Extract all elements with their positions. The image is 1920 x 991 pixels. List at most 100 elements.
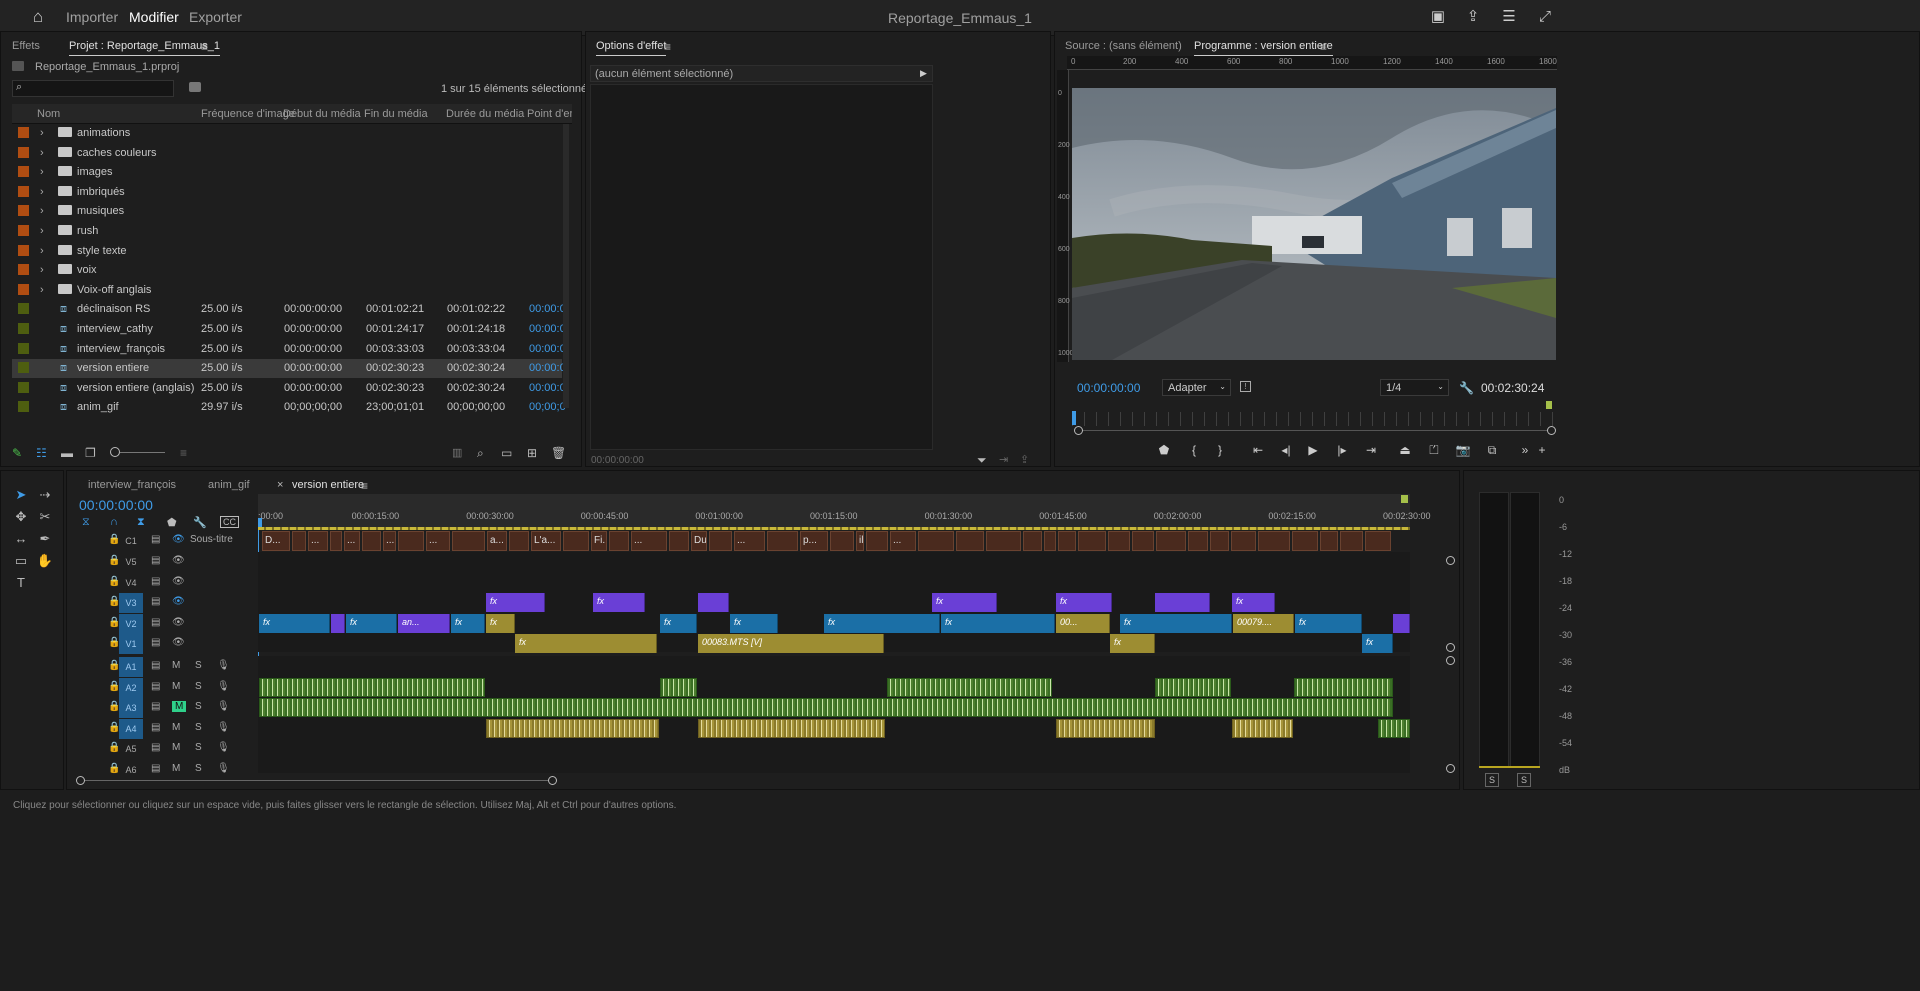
chevron-right-icon[interactable]: ›: [40, 225, 44, 237]
track-label-a3[interactable]: A3: [119, 698, 143, 718]
caption-clip[interactable]: [918, 531, 954, 551]
caption-clip[interactable]: [709, 531, 732, 551]
sync-lock-icon[interactable]: ▤: [151, 660, 160, 671]
freeform-view-icon[interactable]: ❐: [85, 446, 96, 460]
h-scroll-right[interactable]: [548, 776, 557, 785]
video-clip[interactable]: 00...: [1056, 613, 1110, 633]
project-row[interactable]: › rush: [12, 222, 562, 241]
caption-clip[interactable]: [330, 531, 342, 551]
video-clip[interactable]: [1155, 593, 1210, 612]
camera-icon[interactable]: 📷: [1454, 441, 1472, 459]
chevron-right-icon[interactable]: ›: [40, 205, 44, 217]
project-row[interactable]: ⧈ déclinaison RS 25.00 i/s 00:00:00:00 00:01…: [12, 300, 566, 319]
play-arrow-icon[interactable]: ▶: [920, 68, 927, 79]
icon-view-icon[interactable]: ▬: [61, 446, 73, 460]
chevron-right-icon[interactable]: ›: [40, 127, 44, 139]
program-playhead[interactable]: [1072, 411, 1076, 425]
video-clip[interactable]: fx: [593, 593, 645, 612]
label-color-swatch[interactable]: [18, 342, 29, 354]
resolution-dropdown[interactable]: 1/4 ⌄: [1380, 379, 1449, 396]
zoom-left-handle[interactable]: [1074, 426, 1083, 435]
out-point-marker[interactable]: [1546, 401, 1552, 409]
chevron-right-icon[interactable]: ›: [40, 186, 44, 198]
audio-clip[interactable]: [1056, 718, 1155, 738]
label-color-swatch[interactable]: [18, 185, 29, 197]
project-row[interactable]: › Voix-off anglais: [12, 281, 562, 300]
label-color-swatch[interactable]: [18, 244, 29, 256]
step-forward-icon[interactable]: |▸: [1333, 441, 1351, 459]
eye-icon[interactable]: 👁: [172, 534, 185, 545]
col-fin[interactable]: Fin du média: [364, 108, 428, 120]
automate-icon[interactable]: ▥: [452, 446, 462, 459]
mute-button[interactable]: M: [172, 742, 180, 753]
compare-icon[interactable]: ⧉: [1483, 441, 1501, 459]
linked-selection-icon[interactable]: ⧗: [137, 516, 145, 529]
v-scroll-handle-bottom[interactable]: [1446, 643, 1455, 652]
step-back-icon[interactable]: ◂|: [1277, 441, 1295, 459]
add-button-icon[interactable]: +: [1533, 441, 1551, 459]
mute-button[interactable]: M: [172, 722, 180, 733]
fit-dropdown[interactable]: Adapter ⌄: [1162, 379, 1231, 396]
project-row[interactable]: › musiques: [12, 202, 562, 221]
caption-clip[interactable]: ...: [631, 531, 667, 551]
h-scroll-left[interactable]: [76, 776, 85, 785]
track-label-a2[interactable]: A2: [119, 677, 143, 698]
mic-icon[interactable]: 🎙: [217, 660, 230, 671]
col-nom[interactable]: Nom: [37, 108, 60, 120]
video-clip[interactable]: [1393, 613, 1410, 633]
list-view-icon[interactable]: ☷: [36, 446, 47, 460]
panel-menu-icon[interactable]: ≡: [361, 479, 368, 493]
sync-lock-icon[interactable]: ▤: [151, 576, 160, 587]
label-color-swatch[interactable]: [18, 205, 29, 217]
export-icon[interactable]: ⇪: [1020, 453, 1029, 466]
playback-only-icon[interactable]: ⇥: [999, 453, 1008, 466]
caption-clip[interactable]: Fi...: [591, 531, 607, 551]
project-row[interactable]: ⧈ anim_gif 29.97 i/s 00;00;00;00 23;00;01;01…: [12, 398, 566, 417]
panel-menu-icon[interactable]: ≡: [664, 40, 671, 54]
label-color-swatch[interactable]: [18, 283, 29, 295]
tab-version-entiere[interactable]: version entiere: [292, 479, 365, 495]
find-icon[interactable]: ⌕: [477, 446, 484, 461]
wrench-icon[interactable]: 🔧: [1459, 381, 1474, 395]
project-row[interactable]: › animations: [12, 124, 562, 143]
sync-lock-icon[interactable]: ▤: [151, 763, 160, 774]
video-clip[interactable]: fx: [1295, 613, 1362, 633]
col-frequence[interactable]: Fréquence d'image: [201, 108, 295, 120]
caption-clip[interactable]: [362, 531, 381, 551]
solo-button[interactable]: S: [195, 742, 202, 753]
caption-clip[interactable]: [1231, 531, 1256, 551]
caption-clip[interactable]: [830, 531, 854, 551]
menu-icon[interactable]: ☰: [1500, 8, 1518, 26]
caption-clip[interactable]: a...: [487, 531, 507, 551]
caption-clip[interactable]: [398, 531, 424, 551]
eye-icon[interactable]: 👁: [172, 555, 185, 566]
sort-icon[interactable]: ≡: [180, 446, 187, 460]
more-icon[interactable]: »: [1516, 441, 1534, 459]
video-clip[interactable]: fx: [1056, 593, 1112, 612]
label-color-swatch[interactable]: [18, 146, 29, 158]
zoom-bar[interactable]: [1083, 430, 1547, 431]
video-clip[interactable]: fx: [730, 613, 778, 633]
close-tab-icon[interactable]: ×: [277, 479, 283, 491]
video-clip[interactable]: fx: [1120, 613, 1232, 633]
mute-button[interactable]: M: [172, 681, 180, 692]
mark-in-icon[interactable]: {: [1185, 441, 1203, 459]
caption-clip[interactable]: [292, 531, 306, 551]
caption-clip[interactable]: [956, 531, 984, 551]
caption-clip[interactable]: ...: [308, 531, 328, 551]
solo-left-button[interactable]: S: [1485, 773, 1499, 787]
snap-icon[interactable]: ∩: [110, 516, 118, 528]
audio-clip[interactable]: [1294, 677, 1393, 697]
label-color-swatch[interactable]: [18, 225, 29, 236]
panel-menu-icon[interactable]: ≡: [201, 40, 208, 54]
lift-icon[interactable]: ⏏: [1396, 441, 1414, 459]
caption-clip[interactable]: [1292, 531, 1318, 551]
col-duree[interactable]: Durée du média: [446, 108, 524, 120]
label-color-swatch[interactable]: [18, 303, 29, 315]
caption-clip[interactable]: ...: [344, 531, 360, 551]
sync-lock-icon[interactable]: ▤: [151, 742, 160, 753]
caption-clip[interactable]: [1365, 531, 1391, 551]
sync-lock-icon[interactable]: ▤: [151, 617, 160, 628]
eye-icon[interactable]: 👁: [172, 617, 185, 628]
timeline-settings-icon[interactable]: 🔧: [193, 516, 207, 529]
